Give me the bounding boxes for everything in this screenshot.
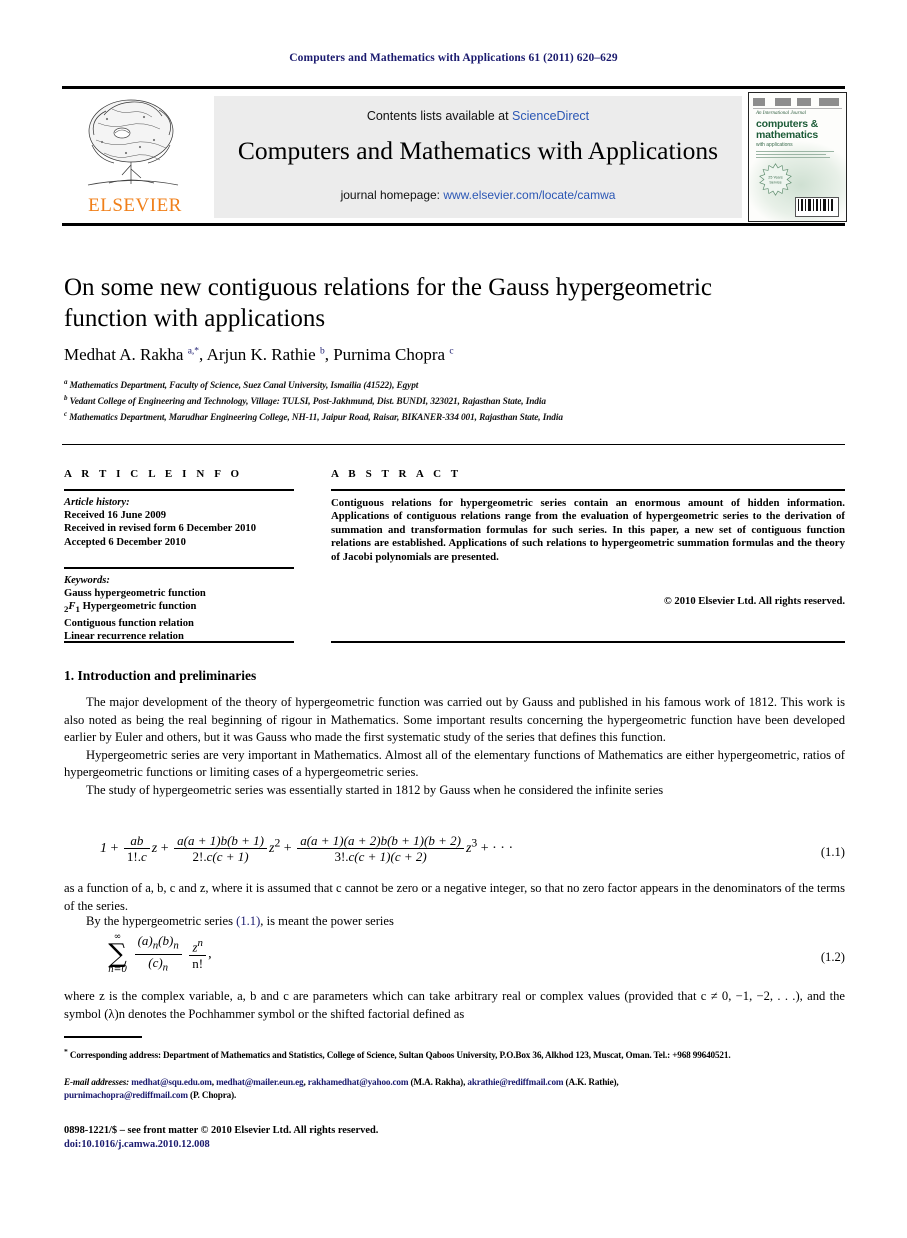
email-label: E-mail addresses:	[64, 1077, 130, 1087]
paragraph-4: as a function of a, b, c and z, where it…	[64, 881, 845, 913]
affiliation-b: b Vedant College of Engineering and Tech…	[64, 394, 824, 407]
cover-starburst-icon: 25 Years Service	[759, 163, 792, 196]
cover-topbar	[753, 97, 842, 109]
elsevier-logo: ELSEVIER	[74, 95, 192, 220]
journal-cover-thumbnail: An International Journal computers & mat…	[748, 92, 847, 222]
article-history-revised: Received in revised form 6 December 2010	[64, 523, 257, 535]
keywords-list: Gauss hypergeometric function 2F1 Hyperge…	[64, 588, 206, 642]
email-link-5[interactable]: purnimachopra@rediffmail.com	[64, 1090, 188, 1100]
paragraph-after-equation-1: as a function of a, b, c and z, where it…	[64, 880, 845, 915]
cover-title-line3: with applications	[756, 142, 793, 148]
article-history-block: Article history: Received 16 June 2009 R…	[64, 496, 314, 549]
section-divider-rule	[62, 444, 845, 445]
author-list: Medhat A. Rakha a,*, Arjun K. Rathie b, …	[64, 345, 454, 364]
corresponding-address-footnote: * Corresponding address: Department of M…	[64, 1046, 845, 1062]
article-history-accepted: Accepted 6 December 2010	[64, 536, 186, 548]
email-link-4[interactable]: akrathie@rediffmail.com	[467, 1077, 563, 1087]
footnote-rule	[64, 1036, 142, 1038]
article-history-received: Received 16 June 2009	[64, 510, 167, 522]
article-history-label: Article history:	[64, 497, 130, 508]
paragraph-2: Hypergeometric series are very important…	[64, 747, 845, 780]
equation-1-1: 1 + ab 1!.c z + a(a + 1)b(b + 1) 2!.c(c …	[100, 833, 514, 865]
paper-page: Computers and Mathematics with Applicati…	[0, 0, 907, 1238]
article-info-rule-top	[64, 489, 294, 491]
email-link-2[interactable]: medhat@mailer.eun.eg	[216, 1077, 304, 1087]
contents-box: Contents lists available at ScienceDirec…	[214, 96, 742, 218]
journal-banner: ELSEVIER Contents lists available at Sci…	[62, 86, 847, 226]
keywords-label: Keywords:	[64, 575, 110, 586]
affiliation-text-a: Mathematics Department, Faculty of Scien…	[69, 381, 419, 392]
eq2-pochhammer-fraction: (a)n(b)n (c)n	[134, 933, 182, 975]
paragraph-5-pre: By the hypergeometric series	[86, 914, 237, 928]
banner-top-rule	[62, 86, 845, 89]
affiliation-text-c: Mathematics Department, Marudhar Enginee…	[69, 413, 563, 424]
paragraph-1: The major development of the theory of h…	[64, 695, 845, 745]
sciencedirect-link[interactable]: ScienceDirect	[512, 109, 589, 123]
imprint-block: 0898-1221/$ – see front matter © 2010 El…	[64, 1124, 664, 1152]
eq1-term3-fraction: a(a + 1)b(b + 1) 2!.c(c + 1)	[174, 833, 268, 865]
elsevier-tree-icon	[87, 99, 179, 186]
paragraph-6: where z is the complex variable, a, b an…	[64, 989, 845, 1021]
email-addresses-footnote: E-mail addresses: medhat@squ.edu.om, med…	[64, 1077, 619, 1100]
section-heading: 1. Introduction and preliminaries	[64, 668, 256, 684]
equation-1-1-number: (1.1)	[820, 845, 845, 859]
paragraph-5-post: , is meant the power series	[260, 914, 394, 928]
email-owner-5: (P. Chopra)	[190, 1089, 234, 1100]
cover-text-lines	[756, 151, 836, 160]
eq1-term4-fraction: a(a + 1)(a + 2)b(b + 1)(b + 2) 3!.c(c + …	[297, 833, 464, 865]
affiliation-mark-c: c	[64, 410, 68, 418]
cover-background: An International Journal computers & mat…	[749, 93, 846, 221]
banner-bottom-rule	[62, 223, 845, 226]
running-head: Computers and Mathematics with Applicati…	[289, 52, 618, 64]
equation-1-1-reference[interactable]: (1.1)	[236, 914, 260, 928]
page-title: On some new contiguous relations for the…	[64, 274, 712, 332]
email-link-1[interactable]: medhat@squ.edu.om	[131, 1077, 212, 1087]
article-info-heading: A R T I C L E I N F O	[64, 468, 243, 480]
cover-barcode	[795, 197, 839, 217]
paragraph-5: By the hypergeometric series (1.1), is m…	[64, 913, 845, 931]
journal-title: Computers and Mathematics with Applicati…	[237, 136, 719, 165]
affiliation-mark-a: a	[64, 378, 68, 386]
eq1-term2-fraction: ab 1!.c	[123, 833, 150, 865]
affiliation-c: c Mathematics Department, Marudhar Engin…	[64, 410, 824, 423]
article-info-rule-middle	[64, 567, 294, 569]
abstract-rule-bottom	[331, 641, 845, 643]
cover-kicker: An International Journal	[756, 111, 806, 116]
abstract-heading: A B S T R A C T	[331, 468, 462, 480]
cover-title-line2: mathematics	[756, 129, 818, 141]
email-owner-3: (M.A. Rakha)	[410, 1077, 464, 1087]
elsevier-wordmark: ELSEVIER	[88, 195, 182, 216]
issn-line: 0898-1221/$ – see front matter © 2010 El…	[64, 1125, 379, 1136]
section-number: 1.	[64, 668, 75, 683]
doi-link[interactable]: doi:10.1016/j.camwa.2010.12.008	[64, 1138, 664, 1152]
intro-paragraphs: The major development of the theory of h…	[64, 694, 845, 800]
paragraph-3: The study of hypergeometric series was e…	[86, 782, 664, 797]
corresponding-address-text: Corresponding address: Department of Mat…	[69, 1050, 731, 1061]
section-title-text: Introduction and preliminaries	[77, 668, 257, 683]
journal-homepage-link[interactable]: www.elsevier.com/locate/camwa	[443, 188, 615, 202]
eq2-power-fraction: zn n!	[189, 936, 207, 971]
paragraph-after-equation-2: where z is the complex variable, a, b an…	[64, 988, 845, 1023]
email-owner-4: (A.K. Rathie)	[565, 1077, 617, 1087]
affiliation-a: a Mathematics Department, Faculty of Sci…	[64, 378, 824, 391]
abstract-rule-top	[331, 489, 845, 491]
contents-available-line: Contents lists available at ScienceDirec…	[214, 109, 742, 123]
corresponding-mark: *	[64, 1047, 68, 1056]
paragraph-before-equation-2: By the hypergeometric series (1.1), is m…	[64, 913, 845, 931]
keywords-block: Keywords: Gauss hypergeometric function 2…	[64, 574, 314, 643]
affiliation-text-b: Vedant College of Engineering and Techno…	[69, 397, 546, 408]
contents-prefix: Contents lists available at	[366, 109, 513, 123]
abstract-copyright: © 2010 Elsevier Ltd. All rights reserved…	[663, 596, 845, 607]
equation-1-2-number: (1.2)	[820, 950, 845, 964]
svg-text:25 Years: 25 Years	[768, 176, 783, 180]
homepage-prefix: journal homepage:	[340, 188, 444, 202]
email-link-3[interactable]: rakhamedhat@yahoo.com	[308, 1077, 409, 1087]
affiliation-mark-b: b	[64, 394, 68, 402]
journal-homepage-line: journal homepage: www.elsevier.com/locat…	[214, 188, 742, 202]
svg-text:Service: Service	[769, 181, 781, 185]
abstract-text: Contiguous relations for hypergeometric …	[331, 497, 845, 563]
summation-icon: ∞ ∑ n=0	[108, 932, 128, 976]
equation-1-2: ∞ ∑ n=0 (a)n(b)n (c)n zn n! ,	[108, 932, 212, 976]
article-info-rule-bottom	[64, 641, 294, 643]
